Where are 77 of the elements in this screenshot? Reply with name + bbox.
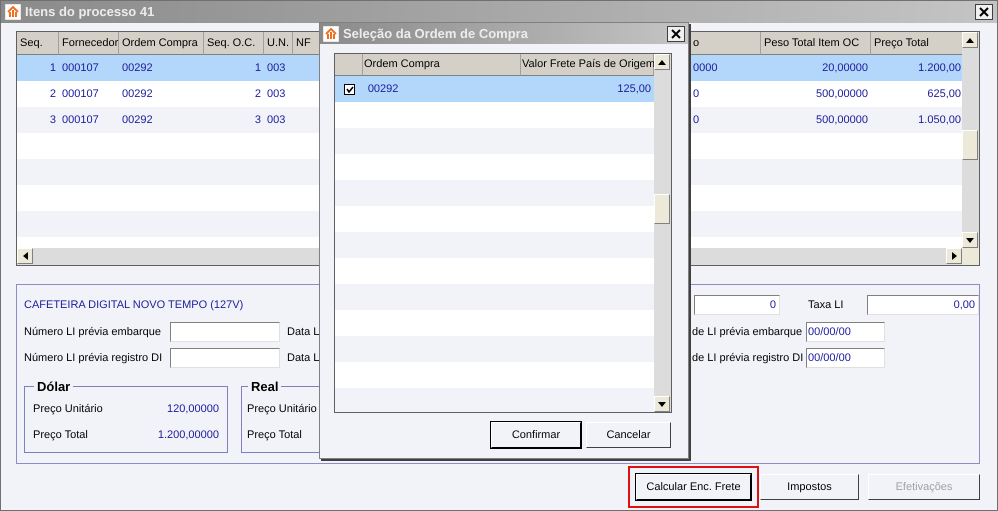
action-button[interactable]: Calcular Enc. Frete <box>636 474 751 500</box>
table-cell-text: 125,00 <box>617 82 651 97</box>
app-icon <box>5 4 21 20</box>
input-field[interactable] <box>170 322 280 342</box>
table-cell: 00292 <box>368 82 398 95</box>
table-cell-text: 000107 <box>62 112 99 128</box>
table-cell-text: 003 <box>267 112 286 128</box>
input-field[interactable]: 00/00/00 <box>806 322 885 342</box>
field-label: de LI prévia embarque <box>692 324 804 340</box>
table-cell-text: 00292 <box>122 86 153 102</box>
scroll-up-button[interactable] <box>962 32 978 48</box>
table-cell-text: 0 <box>693 112 700 128</box>
table-cell-text: 003 <box>267 86 286 102</box>
vertical-scrollbar[interactable] <box>962 32 979 248</box>
table-cell-text: 3 <box>50 112 56 128</box>
table-cell-text: 0000 <box>693 60 718 76</box>
close-icon <box>979 7 989 17</box>
arrow-left-icon <box>22 252 28 260</box>
input-field[interactable]: 0,00 <box>867 295 979 315</box>
table-cell-text: 500,00000 <box>816 86 868 102</box>
table-cell-text: 0 <box>693 86 700 102</box>
input-field[interactable]: 00/00/00 <box>806 348 885 368</box>
arrow-right-icon <box>952 252 956 260</box>
table-cell-text: 1.050,00 <box>918 112 961 128</box>
table-cell-text: 00292 <box>122 60 153 76</box>
scroll-thumb[interactable] <box>654 194 670 224</box>
field-label: Número LI prévia embarque <box>24 324 162 340</box>
close-button[interactable] <box>667 26 685 42</box>
table-cell-text: 500,00000 <box>816 112 868 128</box>
dialog-button[interactable]: Cancelar <box>586 422 671 448</box>
input-field[interactable]: 0 <box>694 295 780 315</box>
table-cell-text: 1.200,00 <box>918 60 961 76</box>
table-cell-text: 1 <box>50 60 56 76</box>
table-cell-text: 000107 <box>62 60 99 76</box>
field-label: Data L <box>287 324 320 340</box>
arrow-down-icon <box>658 402 666 406</box>
table-cell-text: 2 <box>50 86 56 102</box>
field-label: Preço Total <box>247 428 302 444</box>
table-cell-text: 20,00000 <box>822 60 868 76</box>
checkbox[interactable] <box>344 84 356 94</box>
close-button[interactable] <box>975 4 993 20</box>
app-icon <box>323 26 339 42</box>
field-value: 1.200,00000 <box>158 428 219 444</box>
action-button[interactable]: Impostos <box>760 474 859 500</box>
table-cell-text: 003 <box>267 60 286 76</box>
scroll-up-button[interactable] <box>654 54 670 70</box>
close-icon <box>671 28 681 38</box>
scroll-thumb[interactable] <box>962 130 978 160</box>
table-cell-text: 000107 <box>62 86 99 102</box>
vertical-scrollbar[interactable] <box>654 54 671 412</box>
dialog-button[interactable]: Confirmar <box>491 422 581 448</box>
table-cell-text: 1 <box>254 60 261 76</box>
arrow-up-icon <box>966 38 974 42</box>
group-title: Real <box>250 378 280 396</box>
table-cell-text: 00292 <box>122 112 153 128</box>
field-value: 120,00000 <box>167 402 219 418</box>
check-icon <box>346 86 354 92</box>
input-field[interactable] <box>170 348 280 368</box>
scroll-down-button[interactable] <box>962 232 978 248</box>
field-label: Preço Unitário <box>33 402 103 418</box>
table-cell-text: 625,00 <box>927 86 961 102</box>
field-label: de LI prévia registro DI <box>692 350 804 366</box>
window-title: Itens do processo 41 <box>25 3 156 22</box>
arrow-up-icon <box>658 60 666 64</box>
field-label: Número LI prévia registro DI <box>24 350 164 366</box>
dialog-title: Seleção da Ordem de Compra <box>343 24 529 43</box>
table-cell-text: 2 <box>254 86 261 102</box>
table-cell-text: 3 <box>254 112 261 128</box>
field-label: Taxa LI <box>808 298 844 313</box>
table-row[interactable]: 00292 125,00 <box>335 76 654 102</box>
field-label: Preço Unitário <box>247 402 317 418</box>
scroll-down-button[interactable] <box>654 396 670 412</box>
field-label: Preço Total <box>33 428 88 444</box>
arrow-down-icon <box>966 238 974 242</box>
field-label: Data L <box>287 350 320 366</box>
product-title: CAFETEIRA DIGITAL NOVO TEMPO (127V) <box>24 298 244 313</box>
group-title: Dólar <box>36 378 72 396</box>
